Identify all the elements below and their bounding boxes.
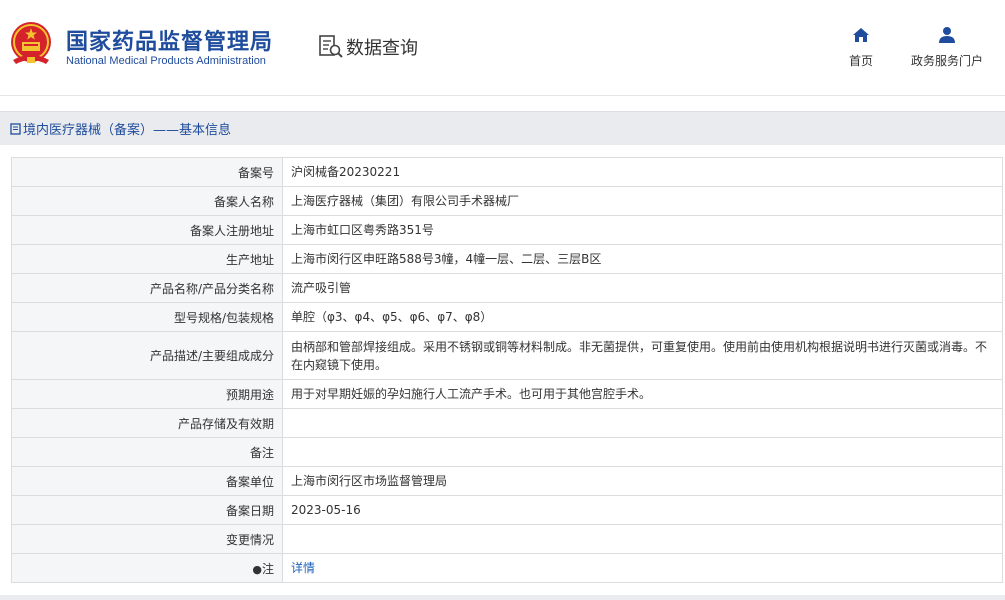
nav-home-label: 首页 bbox=[848, 54, 873, 68]
row-value: 上海市闵行区市场监督管理局 bbox=[282, 466, 1003, 496]
table-row: 备注 bbox=[11, 437, 1003, 467]
document-icon bbox=[10, 122, 21, 135]
row-value: 流产吸引管 bbox=[282, 273, 1003, 303]
row-value bbox=[282, 408, 1003, 438]
section-header: 境内医疗器械（备案）——基本信息 bbox=[0, 111, 1005, 145]
brand-title-cn: 国家药品监督管理局 bbox=[66, 30, 274, 55]
home-icon bbox=[853, 28, 869, 42]
row-value: 2023-05-16 bbox=[282, 495, 1003, 525]
table-row: 变更情况 bbox=[11, 524, 1003, 554]
row-label: 备案人注册地址 bbox=[11, 215, 283, 245]
row-label: 备案号 bbox=[11, 157, 283, 187]
row-label: 生产地址 bbox=[11, 244, 283, 274]
row-label: 备案日期 bbox=[11, 495, 283, 525]
row-label: 型号规格/包装规格 bbox=[11, 302, 283, 332]
national-emblem-icon bbox=[11, 22, 51, 64]
row-label: 预期用途 bbox=[11, 379, 283, 409]
nav-gov-service-portal[interactable]: 政务服务门户 bbox=[906, 26, 988, 69]
row-value: 详情 bbox=[282, 553, 1003, 583]
row-value: 上海市虹口区粤秀路351号 bbox=[282, 215, 1003, 245]
data-query-label: 数据查询 bbox=[346, 38, 418, 59]
row-value: 沪闵械备20230221 bbox=[282, 157, 1003, 187]
table-row: 产品存储及有效期 bbox=[11, 408, 1003, 438]
header-divider bbox=[0, 95, 1005, 96]
row-value: 上海市闵行区申旺路588号3幢，4幢一层、二层、三层B区 bbox=[282, 244, 1003, 274]
row-label: 变更情况 bbox=[11, 524, 283, 554]
row-value: 上海医疗器械（集团）有限公司手术器械厂 bbox=[282, 186, 1003, 216]
table-row: 产品名称/产品分类名称 流产吸引管 bbox=[11, 273, 1003, 303]
row-label: 产品描述/主要组成成分 bbox=[11, 331, 283, 380]
nav-home[interactable]: 首页 bbox=[846, 26, 876, 69]
table-row: 备案人名称 上海医疗器械（集团）有限公司手术器械厂 bbox=[11, 186, 1003, 216]
row-value: 由柄部和管部焊接组成。采用不锈钢或铜等材料制成。非无菌提供，可重复使用。使用前由… bbox=[282, 331, 1003, 380]
table-row: 型号规格/包装规格 单腔（φ3、φ4、φ5、φ6、φ7、φ8） bbox=[11, 302, 1003, 332]
table-row: 产品描述/主要组成成分 由柄部和管部焊接组成。采用不锈钢或铜等材料制成。非无菌提… bbox=[11, 331, 1003, 380]
user-icon bbox=[939, 27, 955, 43]
data-query-heading: 数据查询 bbox=[318, 34, 418, 60]
row-value: 单腔（φ3、φ4、φ5、φ6、φ7、φ8） bbox=[282, 302, 1003, 332]
table-row: ●注 详情 bbox=[11, 553, 1003, 583]
page-header: 国家药品监督管理局 National Medical Products Admi… bbox=[0, 0, 1005, 95]
row-label-note: ●注 bbox=[11, 553, 283, 583]
section-title: 境内医疗器械（备案）——基本信息 bbox=[23, 123, 232, 138]
row-value bbox=[282, 524, 1003, 554]
note-label: 注 bbox=[261, 561, 274, 576]
brand-title-en: National Medical Products Administration bbox=[66, 55, 266, 67]
table-row: 备案号 沪闵械备20230221 bbox=[11, 157, 1003, 187]
pin-icon: ● bbox=[252, 562, 262, 576]
row-label: 备案单位 bbox=[11, 466, 283, 496]
search-document-icon bbox=[319, 35, 343, 58]
table-row: 备案单位 上海市闵行区市场监督管理局 bbox=[11, 466, 1003, 496]
details-link[interactable]: 详情 bbox=[291, 561, 315, 575]
table-row: 预期用途 用于对早期妊娠的孕妇施行人工流产手术。也可用于其他宫腔手术。 bbox=[11, 379, 1003, 409]
footer-strip bbox=[0, 595, 1005, 600]
table-row: 生产地址 上海市闵行区申旺路588号3幢，4幢一层、二层、三层B区 bbox=[11, 244, 1003, 274]
table-row: 备案日期 2023-05-16 bbox=[11, 495, 1003, 525]
row-label: 产品名称/产品分类名称 bbox=[11, 273, 283, 303]
detail-table: 备案号 沪闵械备20230221 备案人名称 上海医疗器械（集团）有限公司手术器… bbox=[11, 157, 1003, 583]
row-value: 用于对早期妊娠的孕妇施行人工流产手术。也可用于其他宫腔手术。 bbox=[282, 379, 1003, 409]
table-row: 备案人注册地址 上海市虹口区粤秀路351号 bbox=[11, 215, 1003, 245]
row-value bbox=[282, 437, 1003, 467]
row-label: 备案人名称 bbox=[11, 186, 283, 216]
nav-gov-label: 政务服务门户 bbox=[910, 54, 983, 68]
row-label: 备注 bbox=[11, 437, 283, 467]
row-label: 产品存储及有效期 bbox=[11, 408, 283, 438]
